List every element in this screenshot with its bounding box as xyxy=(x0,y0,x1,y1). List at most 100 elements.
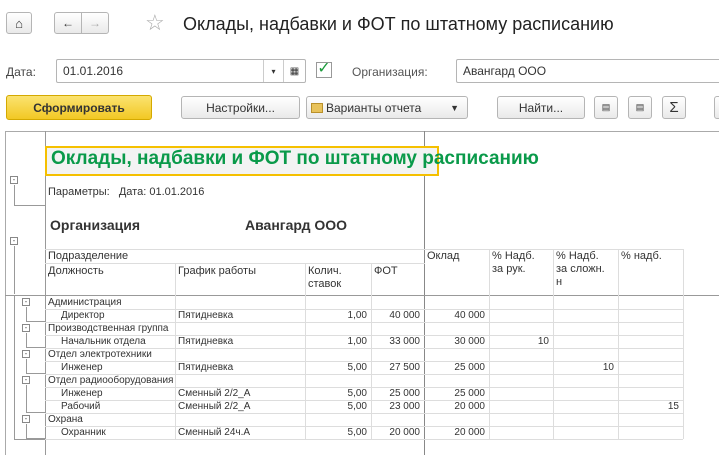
generate-button[interactable]: Сформировать xyxy=(6,95,152,120)
cell-position: Директор xyxy=(61,310,105,321)
organization-value: Авангард ООО xyxy=(463,64,547,78)
cell-pct-other xyxy=(618,309,679,322)
cell-rates: 5,00 xyxy=(347,362,367,373)
settings-button[interactable]: Настройки... xyxy=(181,96,300,119)
org-label: Организация xyxy=(50,217,141,233)
cell-schedule: Пятидневка xyxy=(178,336,234,347)
expand-icon: ▤ xyxy=(601,102,611,112)
cell-pct-complex xyxy=(553,309,614,322)
collapse-icon[interactable]: - xyxy=(22,298,30,306)
sum-button[interactable]: Σ xyxy=(662,96,686,119)
more-button[interactable] xyxy=(714,96,719,119)
cell-pct-head xyxy=(489,309,549,322)
cell-pct-other xyxy=(618,361,679,374)
cell-pct-other xyxy=(618,387,679,400)
collapse-icon[interactable]: - xyxy=(10,176,18,184)
header-fot: ФОТ xyxy=(374,265,398,277)
date-input[interactable]: 01.01.2016 ▾ ▦ xyxy=(56,59,306,83)
org-value: Авангард ООО xyxy=(245,217,348,233)
tree-line xyxy=(14,246,15,294)
table-row[interactable] xyxy=(45,413,683,414)
date-label: Дата: xyxy=(6,65,36,79)
cell-rates: 1,00 xyxy=(347,336,367,347)
expand-groups-button[interactable]: ▤ xyxy=(594,96,618,119)
back-button[interactable]: ← xyxy=(54,12,82,34)
home-icon: ⌂ xyxy=(15,15,23,31)
header-position: Должность xyxy=(48,265,104,277)
group-row[interactable]: Отдел электротехники xyxy=(48,348,152,361)
cell-schedule: Сменный 2/2_А xyxy=(178,401,251,412)
header-schedule: График работы xyxy=(178,265,256,277)
cell-fot: 20 000 xyxy=(389,427,420,438)
group-row[interactable]: Администрация xyxy=(48,296,122,309)
cell-fot: 27 500 xyxy=(389,362,420,373)
collapse-icon: ▤ xyxy=(635,102,645,112)
cell-pct-complex xyxy=(553,387,614,400)
cell-pct-other xyxy=(618,335,679,348)
forward-button[interactable]: → xyxy=(81,12,109,34)
cell-position: Инженер xyxy=(61,362,103,373)
cell-pct-other: 15 xyxy=(667,401,679,412)
cell-schedule: Пятидневка xyxy=(178,310,234,321)
cell-pct-head xyxy=(489,426,549,439)
cell-position: Начальник отдела xyxy=(61,336,146,347)
table-row[interactable] xyxy=(45,439,683,440)
collapse-icon[interactable]: - xyxy=(22,376,30,384)
cell-pct-head xyxy=(489,387,549,400)
header-pct-complex: % Надб. за сложн. н xyxy=(556,250,605,288)
cell-pct-complex xyxy=(553,426,614,439)
cell-position: Инженер xyxy=(61,388,103,399)
group-row[interactable]: Отдел радиооборудования xyxy=(48,374,173,387)
cell-pct-head xyxy=(489,400,549,413)
header-division: Подразделение xyxy=(48,250,129,262)
report-variants-button[interactable]: Варианты отчета ▼ xyxy=(306,96,468,119)
arrow-right-icon: → xyxy=(89,16,101,30)
cell-salary: 30 000 xyxy=(454,336,485,347)
collapse-icon[interactable]: - xyxy=(22,415,30,423)
group-row[interactable]: Производственная группа xyxy=(48,322,169,335)
header-pct-other: % надб. xyxy=(621,250,662,262)
cell-rates: 5,00 xyxy=(347,427,367,438)
cell-pct-head: 10 xyxy=(537,336,549,347)
tree-line xyxy=(14,185,45,206)
arrow-left-icon: ← xyxy=(62,16,74,30)
header-rates: Колич. ставок xyxy=(308,265,342,290)
organization-input[interactable]: Авангард ООО xyxy=(456,59,719,83)
cell-fot: 25 000 xyxy=(389,388,420,399)
cell-position: Рабочий xyxy=(61,401,101,412)
dropdown-icon[interactable]: ▾ xyxy=(263,60,283,82)
cell-fot: 33 000 xyxy=(389,336,420,347)
collapse-icon[interactable]: - xyxy=(22,324,30,332)
cell-salary: 40 000 xyxy=(454,310,485,321)
cell-pct-complex: 10 xyxy=(602,362,614,373)
cell-pct-head xyxy=(489,361,549,374)
report-variants-label: Варианты отчета xyxy=(326,100,422,115)
home-button[interactable]: ⌂ xyxy=(6,12,32,34)
cell-rates: 5,00 xyxy=(347,388,367,399)
cell-salary: 25 000 xyxy=(454,388,485,399)
cell-rates: 1,00 xyxy=(347,310,367,321)
window-title: Оклады, надбавки и ФОТ по штатному распи… xyxy=(183,14,614,34)
cell-schedule: Сменный 2/2_А xyxy=(178,388,251,399)
find-button[interactable]: Найти... xyxy=(497,96,585,119)
group-row[interactable]: Охрана xyxy=(48,413,83,426)
header-pct-head: % Надб. за рук. xyxy=(492,250,535,275)
cell-salary: 20 000 xyxy=(454,401,485,412)
cell-pct-complex xyxy=(553,400,614,413)
cell-schedule: Пятидневка xyxy=(178,362,234,373)
gutter-divider xyxy=(45,131,46,455)
folder-icon xyxy=(311,102,323,113)
cell-position: Охранник xyxy=(61,427,106,438)
collapse-groups-button[interactable]: ▤ xyxy=(628,96,652,119)
chevron-down-icon: ▼ xyxy=(450,102,459,113)
header-salary: Оклад xyxy=(427,250,460,262)
organization-checkbox[interactable]: ✓ xyxy=(316,61,332,78)
cell-pct-complex xyxy=(553,335,614,348)
collapse-icon[interactable]: - xyxy=(10,237,18,245)
date-value: 01.01.2016 xyxy=(63,64,124,78)
favorite-star-icon[interactable]: ☆ xyxy=(145,11,165,35)
collapse-icon[interactable]: - xyxy=(22,350,30,358)
cell-rates: 5,00 xyxy=(347,401,367,412)
cell-salary: 25 000 xyxy=(454,362,485,373)
calendar-icon[interactable]: ▦ xyxy=(283,60,305,82)
